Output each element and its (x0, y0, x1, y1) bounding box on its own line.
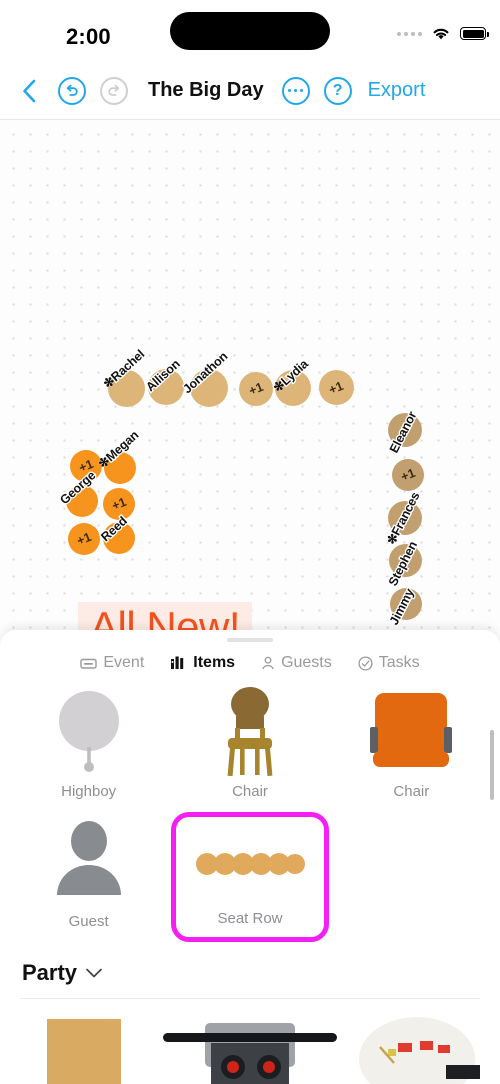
more-options-button[interactable] (281, 76, 310, 105)
party-items-grid (0, 999, 500, 1084)
party-item-white-table[interactable] (341, 1015, 492, 1084)
panel-scrollbar[interactable] (490, 730, 494, 800)
item-card-orange-chair[interactable]: Chair (331, 680, 492, 810)
party-item-grill[interactable] (159, 1015, 341, 1084)
panel-tabs: Event Items Guests Tasks (0, 642, 500, 680)
item-name: Highboy (61, 783, 117, 800)
item-name: Chair (393, 783, 430, 800)
items-grid-row-1: Highboy Chair Chair (0, 680, 500, 810)
guest-person-icon (261, 656, 275, 670)
section-title: Party (22, 960, 78, 985)
seat-label: +1 (398, 465, 418, 485)
seat-label: +1 (327, 378, 346, 397)
items-chart-icon (170, 656, 187, 670)
item-name: Chair (232, 783, 268, 800)
event-card-icon (80, 657, 98, 670)
ellipsis-circle-icon (287, 88, 304, 93)
dynamic-island (170, 12, 330, 50)
item-name: Guest (68, 913, 109, 930)
seating-canvas[interactable]: ✻Rachel Allison Jonathon +1 ✻Lydia +1 El… (0, 120, 500, 630)
seat-label: +1 (109, 494, 129, 514)
task-check-icon (358, 655, 373, 671)
section-party-header[interactable]: Party (0, 944, 500, 998)
redo-icon (108, 84, 120, 96)
signal-dots-icon (397, 31, 422, 36)
undo-icon (66, 84, 78, 96)
chevron-down-icon (86, 968, 102, 978)
highboy-table-art (8, 680, 169, 783)
items-grid-row-2: Guest Seat Row (0, 810, 500, 944)
wood-chair-art (169, 680, 330, 783)
items-panel: Event Items Guests Tasks Highboy Chair C… (0, 630, 500, 1084)
item-name: Seat Row (217, 910, 283, 927)
seat-row-art (176, 817, 323, 910)
item-card-wood-chair[interactable]: Chair (169, 680, 330, 810)
tab-items[interactable]: Items (170, 654, 235, 672)
orange-chair-art (331, 680, 492, 783)
tab-label: Guests (281, 654, 332, 671)
chevron-left-icon (23, 79, 36, 102)
navigation-bar: The Big Day ? Export (0, 62, 500, 120)
seat-circle[interactable]: +1 (68, 523, 100, 555)
wifi-icon (431, 26, 451, 41)
item-card-guest[interactable]: Guest (8, 810, 169, 940)
seat-circle[interactable]: +1 (392, 459, 424, 491)
tab-event[interactable]: Event (80, 654, 144, 672)
tab-guests[interactable]: Guests (261, 654, 332, 672)
seat-circle[interactable]: +1 (319, 370, 354, 405)
tab-label: Event (103, 654, 145, 671)
help-button[interactable]: ? (323, 76, 352, 105)
undo-button[interactable] (58, 76, 86, 105)
tab-tasks[interactable]: Tasks (358, 654, 420, 672)
battery-full-icon (460, 27, 489, 40)
back-button[interactable] (16, 78, 42, 104)
page-title: The Big Day (148, 79, 264, 101)
tab-label: Items (193, 654, 236, 671)
question-circle-icon: ? (332, 81, 343, 99)
status-indicators (397, 26, 489, 41)
status-bar: 2:00 (0, 0, 500, 62)
seat-circle[interactable]: +1 (239, 372, 273, 406)
redo-button[interactable] (100, 76, 128, 105)
canvas-annotation[interactable]: All New! (78, 602, 253, 630)
guest-person-art (8, 810, 169, 913)
export-button[interactable]: Export (368, 79, 426, 102)
item-card-highboy[interactable]: Highboy (8, 680, 169, 810)
party-item-tan-rectangle[interactable] (8, 1015, 159, 1084)
seat-label: +1 (246, 379, 266, 399)
tab-label: Tasks (378, 654, 420, 671)
item-card-seat-row[interactable]: Seat Row (171, 812, 329, 942)
item-card-empty (331, 810, 492, 940)
status-time: 2:00 (66, 24, 111, 49)
seat-label: +1 (74, 529, 94, 549)
